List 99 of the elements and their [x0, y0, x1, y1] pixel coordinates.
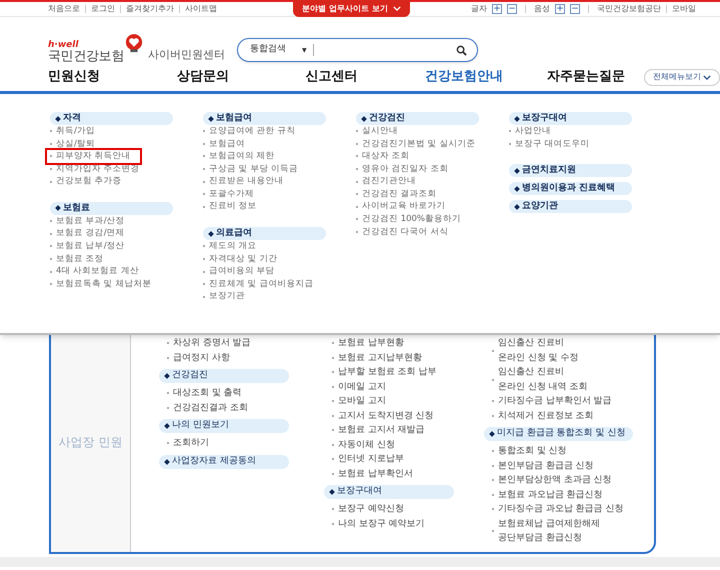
- menu-link[interactable]: 실시안내: [356, 125, 398, 138]
- menu-link[interactable]: 보험료 조정: [50, 252, 104, 266]
- category-header[interactable]: 나의 민원보기: [159, 419, 289, 433]
- menu-link[interactable]: 기타징수금 납부확인서 발급: [484, 394, 612, 408]
- menu-link[interactable]: 임신출산 진료비 온라인 신청 내역 조회: [484, 365, 588, 394]
- menu-link[interactable]: 지역가입자 주소변경: [50, 162, 140, 176]
- menu-link[interactable]: 보험료 경감/면제: [50, 228, 125, 240]
- menu-link[interactable]: 건강검진기본법 및 실시기준: [356, 138, 476, 150]
- menu-link[interactable]: 보험료 납부확인서: [324, 466, 413, 481]
- menu-link[interactable]: 취득/가입: [50, 125, 95, 138]
- menu-link[interactable]: 통합조회 및 신청: [484, 444, 567, 458]
- category-header[interactable]: 금연치료지원: [509, 164, 632, 178]
- menu-link[interactable]: 검진기관안내: [356, 175, 416, 188]
- nav-tab[interactable]: 민원신청: [48, 67, 140, 87]
- menu-link[interactable]: 보험료 납부현황: [324, 336, 404, 350]
- section-label: 사업장 민원: [58, 434, 122, 451]
- category-header[interactable]: 미지급 환급금 통합조회 및 신청: [484, 427, 634, 441]
- control-label: 글자: [471, 3, 487, 15]
- category-header[interactable]: 보장구대여: [509, 112, 632, 125]
- menu-link[interactable]: 건강검진 100%활용하기: [356, 213, 462, 226]
- site-logo[interactable]: h·well 국민건강보험 사이버민원센터: [48, 33, 226, 63]
- zoom-in-button[interactable]: +: [555, 4, 565, 14]
- top-link[interactable]: 로그인: [91, 3, 115, 15]
- zoom-out-button[interactable]: −: [507, 4, 517, 14]
- menu-link[interactable]: 요양급여에 관한 규칙: [203, 125, 296, 138]
- nav-tab[interactable]: 건강보험안내: [396, 67, 532, 87]
- menu-link[interactable]: 건강검진결과 조회: [159, 400, 248, 415]
- menu-link[interactable]: 급여비용의 부담: [203, 265, 275, 278]
- menu-link[interactable]: 기타징수금 과오납 환급금 신청: [484, 502, 624, 516]
- menu-link[interactable]: 건강보험 추가증: [50, 175, 122, 188]
- menu-link[interactable]: 포괄수가제: [203, 188, 254, 201]
- menu-link[interactable]: 차상위 증명서 발급: [159, 336, 251, 350]
- menu-link[interactable]: 본인부담상한액 초과금 신청: [484, 473, 612, 488]
- menu-link[interactable]: 진료비 정보: [203, 200, 257, 214]
- nav-tab[interactable]: 자주묻는질문: [532, 67, 640, 87]
- menu-link[interactable]: 상실/탈퇴: [50, 138, 95, 150]
- site-dropdown-tab[interactable]: 분야별 업무사이트 보기: [293, 0, 410, 17]
- nav-tab[interactable]: 신고센터: [267, 67, 396, 87]
- menu-link[interactable]: 건강검진 다국어 서식: [356, 226, 448, 238]
- menu-link[interactable]: 건강검진 결과조회: [356, 188, 437, 201]
- menu-link[interactable]: 대상조회 및 출력: [159, 386, 242, 400]
- category-header[interactable]: 병의원이용과 진료혜택: [509, 182, 632, 196]
- menu-link[interactable]: 자동이체 신청: [324, 438, 395, 452]
- category-header[interactable]: 보험료: [50, 202, 173, 215]
- top-link[interactable]: 국민건강보험공단: [597, 3, 661, 15]
- menu-link[interactable]: 피부양자 취득안내: [47, 150, 140, 163]
- category-header[interactable]: 사업장자료 제공동의: [159, 454, 289, 468]
- top-link[interactable]: 모바일: [672, 3, 696, 15]
- chevron-down-icon: [392, 6, 401, 11]
- chevron-down-icon: [702, 74, 711, 80]
- menu-link[interactable]: 모바일 고지: [324, 394, 386, 408]
- menu-link[interactable]: 자격대상 및 기간: [203, 252, 278, 266]
- top-link[interactable]: 즐겨찾기추가: [126, 3, 174, 15]
- menu-link[interactable]: 급여정지 사항: [159, 350, 230, 365]
- menu-link[interactable]: 진료받은 내용안내: [203, 175, 284, 188]
- menu-link[interactable]: 대상자 조회: [356, 150, 410, 163]
- nav-tab[interactable]: 상담문의: [139, 67, 268, 87]
- category-header[interactable]: 보험급여: [203, 112, 326, 125]
- menu-link[interactable]: 진료체계 및 급여비용지급: [203, 278, 314, 291]
- category-header[interactable]: 보장구대여: [324, 485, 454, 499]
- menu-link[interactable]: 이메일 고지: [324, 380, 386, 394]
- menu-link[interactable]: 보험료 납부/정산: [50, 240, 125, 253]
- menu-link[interactable]: 보험료체납 급여제한해제 공단부담금 환급신청: [484, 516, 600, 546]
- menu-link[interactable]: 본인부담금 환급금 신청: [484, 458, 594, 473]
- menu-link[interactable]: 보험료독촉 및 체납처분: [50, 278, 152, 291]
- menu-link[interactable]: 보험료 고지서 재발급: [324, 423, 425, 438]
- top-link[interactable]: 사이트맵: [185, 3, 217, 15]
- control-label: 음성: [534, 3, 550, 15]
- category-header[interactable]: 건강검진: [159, 369, 289, 383]
- menu-link[interactable]: 제도의 개요: [203, 240, 257, 253]
- menu-link[interactable]: 사이버교육 바로가기: [356, 200, 446, 214]
- search-icon[interactable]: [456, 44, 467, 56]
- menu-link[interactable]: 보험료 부과/산정: [50, 214, 125, 228]
- menu-link[interactable]: 영유아 검진일자 조회: [356, 162, 448, 176]
- top-link[interactable]: 처음으로: [48, 3, 80, 15]
- menu-link[interactable]: 사업안내: [509, 125, 551, 138]
- menu-link[interactable]: 고지서 도착지변경 신청: [324, 408, 434, 423]
- menu-link[interactable]: 4대 사회보험료 계산: [50, 265, 139, 278]
- menu-link[interactable]: 임신출산 진료비 온라인 신청 및 수정: [484, 336, 579, 365]
- menu-link[interactable]: 치석제거 진료정보 조회: [484, 408, 594, 423]
- menu-link[interactable]: 보장구 대여도우미: [509, 138, 590, 150]
- category-header[interactable]: 의료급여: [203, 227, 326, 240]
- menu-link[interactable]: 보장구 예약신청: [324, 502, 404, 516]
- category-header[interactable]: 요양기관: [509, 200, 632, 214]
- menu-link[interactable]: 납부할 보험료 조회 납부: [324, 365, 437, 380]
- menu-link[interactable]: 보험료 과오납금 환급신청: [484, 488, 603, 502]
- menu-link[interactable]: 보험급여의 제한: [203, 150, 275, 163]
- menu-link[interactable]: 나의 보장구 예약보기: [324, 516, 425, 531]
- all-menu-button[interactable]: 전체메뉴보기: [644, 68, 720, 86]
- menu-link[interactable]: 보험료 고지납부현황: [324, 350, 422, 365]
- category-header[interactable]: 건강검진: [356, 112, 479, 125]
- menu-link[interactable]: 인터넷 지로납부: [324, 452, 404, 466]
- zoom-out-button[interactable]: −: [570, 4, 580, 14]
- category-header[interactable]: 자격: [50, 112, 173, 125]
- menu-link[interactable]: 조회하기: [159, 436, 209, 450]
- menu-link[interactable]: 구상금 및 부당 이득금: [203, 162, 298, 176]
- menu-link[interactable]: 보장기관: [203, 290, 245, 304]
- zoom-in-button[interactable]: +: [492, 4, 502, 14]
- menu-link[interactable]: 보험급여: [203, 138, 245, 150]
